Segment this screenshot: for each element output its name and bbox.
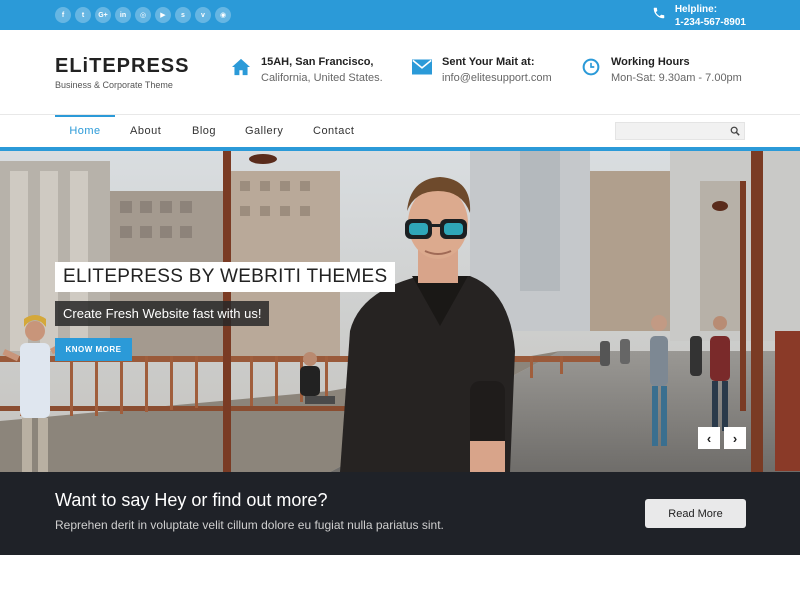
chevron-left-icon: ‹ — [706, 430, 712, 446]
nav-item-blog[interactable]: Blog — [192, 115, 216, 147]
vimeo-icon[interactable]: v — [195, 7, 211, 23]
site-tagline: Business & Corporate Theme — [55, 80, 173, 90]
instagram-icon[interactable]: ◎ — [135, 7, 151, 23]
cta-title: Want to say Hey or find out more? — [55, 490, 328, 510]
nav-item-gallery[interactable]: Gallery — [245, 115, 283, 147]
helpline-number[interactable]: 1-234-567-8901 — [675, 16, 746, 29]
address-info: 15AH, San Francisco, California, United … — [261, 56, 383, 84]
search-input[interactable] — [616, 125, 726, 141]
dribbble-icon[interactable]: ◉ — [215, 7, 231, 23]
nav-item-home[interactable]: Home — [55, 115, 115, 147]
mail-text[interactable]: info@elitesupport.com — [442, 72, 552, 84]
googleplus-icon[interactable]: G+ — [95, 7, 111, 23]
facebook-icon[interactable]: f — [55, 7, 71, 23]
address-title: 15AH, San Francisco, — [261, 56, 374, 68]
know-more-button[interactable]: KNOW MORE — [55, 338, 132, 361]
search-icon[interactable] — [730, 126, 740, 136]
mail-title: Sent Your Mait at: — [442, 56, 535, 68]
hours-info: Working Hours Mon-Sat: 9.30am - 7.00pm — [611, 56, 742, 84]
phone-icon — [653, 7, 665, 19]
slider-next-button[interactable]: › — [724, 427, 746, 449]
skype-icon[interactable]: s — [175, 7, 191, 23]
helpline-label: Helpline: — [674, 4, 718, 15]
mail-info: Sent Your Mait at: info@elitesupport.com — [442, 56, 552, 84]
envelope-icon — [412, 59, 432, 75]
cta-text: Reprehen derit in voluptate velit cillum… — [55, 518, 444, 532]
top-bar: f t G+ in ◎ ▶ s v ◉ Helpline: 1-234-567-… — [0, 0, 800, 30]
hero-slider: ELITEPRESS BY WEBRITI THEMES Create Fres… — [0, 151, 800, 472]
hero-subtitle: Create Fresh Website fast with us! — [55, 301, 270, 326]
helpline: Helpline: 1-234-567-8901 — [675, 3, 746, 29]
nav-item-contact[interactable]: Contact — [313, 115, 354, 147]
hero-title: ELITEPRESS BY WEBRITI THEMES — [55, 262, 396, 292]
hours-text: Mon-Sat: 9.30am - 7.00pm — [611, 72, 742, 84]
nav-item-about[interactable]: About — [130, 115, 161, 147]
search-box — [615, 122, 745, 141]
clock-icon — [582, 58, 600, 76]
youtube-icon[interactable]: ▶ — [155, 7, 171, 23]
page: f t G+ in ◎ ▶ s v ◉ Helpline: 1-234-567-… — [0, 0, 800, 600]
social-links: f t G+ in ◎ ▶ s v ◉ — [55, 7, 231, 23]
header: ELiTEPRESS Business & Corporate Theme 15… — [0, 30, 800, 115]
site-logo[interactable]: ELiTEPRESS — [55, 55, 189, 78]
chevron-right-icon: › — [732, 430, 738, 446]
page-bottom-area — [0, 555, 800, 600]
hours-title: Working Hours — [611, 56, 690, 68]
call-to-action: Want to say Hey or find out more? Repreh… — [0, 472, 800, 555]
read-more-button[interactable]: Read More — [645, 499, 746, 528]
twitter-icon[interactable]: t — [75, 7, 91, 23]
address-text: California, United States. — [261, 72, 383, 84]
linkedin-icon[interactable]: in — [115, 7, 131, 23]
slider-prev-button[interactable]: ‹ — [698, 427, 720, 449]
main-nav: Home About Blog Gallery Contact — [0, 115, 800, 151]
home-icon — [232, 58, 250, 76]
